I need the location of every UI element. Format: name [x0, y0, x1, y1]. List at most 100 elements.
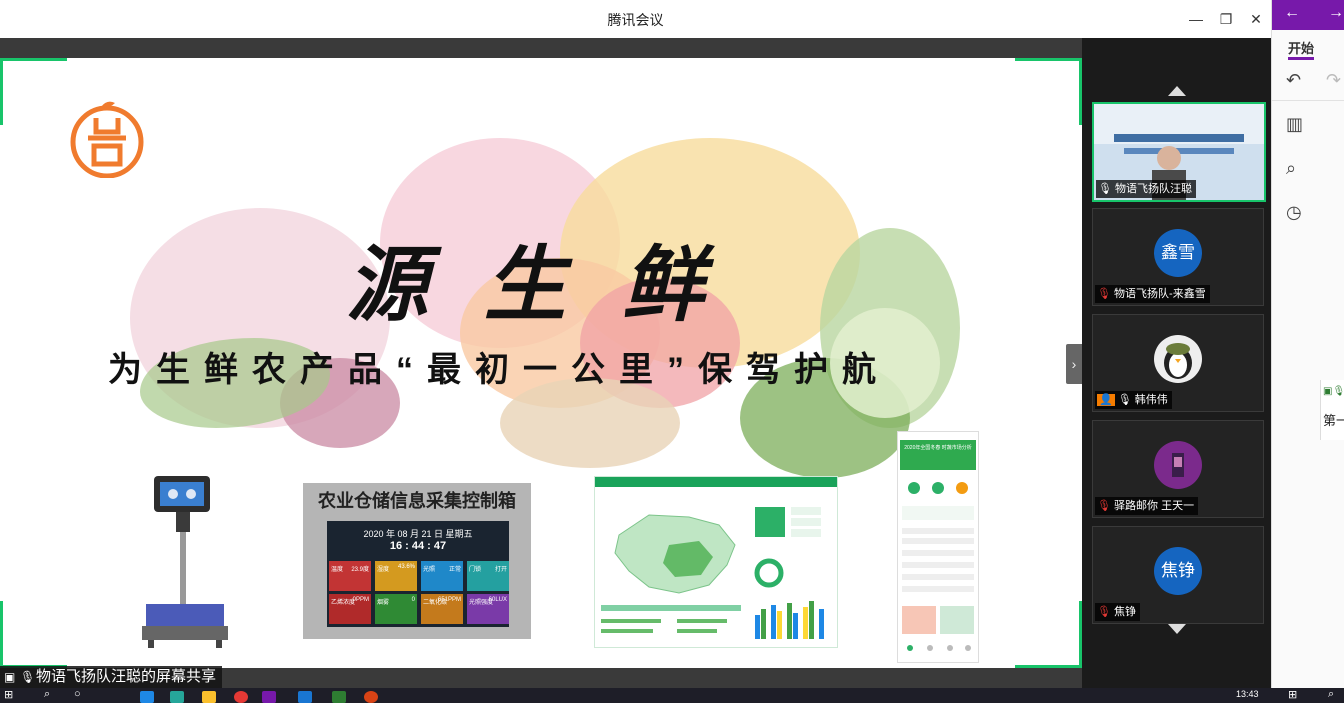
participant-name: 🎙 物语飞扬队汪聪 — [1096, 180, 1197, 198]
china-map-image — [614, 514, 736, 594]
photo-avatar-icon — [1172, 453, 1184, 477]
tab-home[interactable]: 开始 — [1288, 38, 1314, 57]
brand-logo — [70, 101, 144, 178]
control-box-header: 农业仓储信息采集控制箱 — [318, 491, 516, 511]
phone-content-image — [902, 482, 974, 651]
sensor-cell: 温度 23.9度 — [329, 561, 371, 591]
taskbar-clock: 13:43 — [1236, 689, 1259, 699]
start-icon[interactable]: ⊞ — [4, 688, 13, 701]
divider — [1272, 100, 1344, 101]
search-icon[interactable]: ⌕ — [44, 688, 50, 701]
chrome-icon[interactable] — [234, 691, 248, 703]
microphone-icon: 🎙 — [1098, 183, 1116, 195]
penguin-avatar-icon — [1164, 343, 1192, 379]
tencent-meeting-icon[interactable] — [298, 691, 312, 703]
walnut-image — [500, 378, 680, 468]
minimize-button[interactable]: — — [1185, 8, 1207, 30]
avatar: 焦铮 — [1154, 547, 1202, 595]
microphone-icon: 🎙 — [20, 670, 36, 684]
onenote-header-bar: ← → — [1272, 0, 1344, 30]
taskbar: ⊞ ⌕ ○ 13:43 ⊞ ⌕ — [0, 688, 1344, 703]
participant-tile[interactable]: 🎙 物语飞扬队汪聪 — [1092, 102, 1266, 202]
avatar — [1154, 335, 1202, 383]
microphone-icon: 🎙 — [1114, 394, 1135, 406]
avatar: 鑫雪 — [1154, 229, 1202, 277]
screen-share-icon: ▣ — [4, 670, 16, 684]
mic-muted-icon: 🎙 — [1097, 288, 1115, 300]
participant-tile[interactable]: 鑫雪 🎙 物语飞扬队-来鑫雪 — [1092, 208, 1264, 306]
slide-title: 源生鲜 — [346, 237, 760, 333]
smart-scale-image — [142, 476, 228, 648]
page-label: 第一 — [1323, 413, 1344, 428]
bar-chart-image — [755, 601, 824, 639]
progress-lists — [601, 605, 741, 633]
windows-icon[interactable]: ⊞ — [1288, 688, 1297, 701]
powerpoint-icon[interactable] — [364, 691, 378, 703]
sensor-cell: 门锁 打开 — [467, 561, 509, 591]
search-icon[interactable]: ⌕ — [1286, 158, 1296, 179]
clock-icon[interactable]: ◷ — [1286, 202, 1302, 223]
corner-bracket — [1015, 58, 1082, 125]
participant-name: 🎙 驿路邮你 王天一 — [1095, 497, 1199, 515]
close-button[interactable]: ✕ — [1245, 8, 1267, 30]
onenote-panel: ← → 开始 ↶ ↷ ▥ ⌕ ◷ ▣🎙 第一 — [1271, 0, 1344, 703]
sensor-cell: 光照 正常 — [421, 561, 463, 591]
onenote-icon[interactable] — [262, 691, 276, 703]
dashboard-image — [594, 476, 838, 648]
shared-slide: 源生鲜 为生鲜农产品“最初一公里”保驾护航 农业仓储信息采集控制箱 2020 年… — [0, 58, 1082, 668]
back-arrow-icon[interactable]: ← — [1284, 4, 1300, 22]
app-icon[interactable] — [140, 691, 154, 703]
stat-cards — [755, 507, 821, 537]
participant-tile[interactable]: 🎙 驿路邮你 王天一 — [1092, 420, 1264, 518]
share-top-strip — [0, 38, 1082, 58]
participant-name: 👤 🎙 韩伟伟 — [1095, 391, 1172, 409]
mic-muted-icon: 🎙 — [1097, 500, 1115, 512]
task-view-icon[interactable]: ○ — [74, 688, 81, 700]
donut-chart-image — [754, 558, 784, 588]
mic-muted-icon: 🎙 — [1097, 606, 1115, 618]
device-time: 16 : 44 : 47 — [389, 540, 447, 552]
undo-icon[interactable]: ↶ — [1286, 70, 1301, 91]
participant-name: 🎙 焦铮 — [1095, 603, 1141, 621]
notebooks-icon[interactable]: ▥ — [1286, 114, 1303, 135]
tab-underline — [1288, 57, 1314, 60]
window-titlebar: 腾讯会议 — ❐ ✕ — [0, 0, 1271, 39]
participant-panel: 🎙 物语飞扬队汪聪 鑫雪 🎙 物语飞扬队-来鑫雪 👤 🎙 韩伟伟 🎙 驿路邮你 … — [1082, 38, 1271, 688]
device-date: 2020 年 08 月 21 日 星期五 — [363, 529, 473, 539]
participant-tile[interactable]: 👤 🎙 韩伟伟 — [1092, 314, 1264, 412]
file-explorer-icon[interactable] — [202, 691, 216, 703]
sensor-cell: 乙烯浓度 0PPM — [329, 594, 371, 624]
forward-arrow-icon[interactable]: → — [1328, 4, 1344, 22]
sensor-cell: 湿度 43.6% — [375, 561, 417, 591]
meeting-area: 源生鲜 为生鲜农产品“最初一公里”保驾护航 农业仓储信息采集控制箱 2020 年… — [0, 38, 1271, 688]
control-box-screen: 2020 年 08 月 21 日 星期五 16 : 44 : 47 温度 23.9… — [327, 521, 509, 627]
slide-subtitle: 为生鲜农产品“最初一公里”保驾护航 — [108, 351, 890, 389]
page-thumbnail[interactable]: ▣🎙 第一 — [1320, 380, 1344, 440]
scroll-up-arrow-icon[interactable] — [1168, 86, 1186, 96]
search-icon[interactable]: ⌕ — [1328, 688, 1334, 701]
collapse-panel-button[interactable]: › — [1066, 344, 1082, 384]
control-box-image: 农业仓储信息采集控制箱 2020 年 08 月 21 日 星期五 16 : 44… — [303, 483, 531, 639]
phone-banner: 2020年全国冬春 时蔬市场分析 — [900, 440, 976, 470]
corner-bracket — [0, 58, 67, 125]
participant-name: 🎙 物语飞扬队-来鑫雪 — [1095, 285, 1210, 303]
page-icons: ▣🎙 — [1323, 386, 1344, 397]
screen-share-label: ▣ 🎙物语飞扬队汪聪的屏幕共享 — [0, 666, 223, 688]
edge-icon[interactable] — [170, 691, 184, 703]
corner-bracket — [1015, 601, 1082, 668]
person-icon: 👤 — [1097, 394, 1115, 406]
scroll-down-arrow-icon[interactable] — [1168, 624, 1186, 634]
window-title: 腾讯会议 — [607, 12, 664, 28]
sensor-cell: 烟雾 0 — [375, 594, 417, 624]
share-label-text: 物语飞扬队汪聪的屏幕共享 — [36, 668, 217, 685]
mobile-app-image: 2020年全国冬春 时蔬市场分析 — [897, 431, 979, 663]
participant-tile[interactable]: 焦铮 🎙 焦铮 — [1092, 526, 1264, 624]
corner-bracket — [0, 601, 67, 668]
redo-icon[interactable]: ↷ — [1326, 70, 1341, 91]
avatar — [1154, 441, 1202, 489]
sensor-cell: 光照强度 60LUX — [467, 594, 509, 624]
dashboard-header-bar — [595, 477, 837, 487]
sensor-cell: 二氧化碳 651PPM — [421, 594, 463, 624]
excel-icon[interactable] — [332, 691, 346, 703]
restore-button[interactable]: ❐ — [1215, 8, 1237, 30]
